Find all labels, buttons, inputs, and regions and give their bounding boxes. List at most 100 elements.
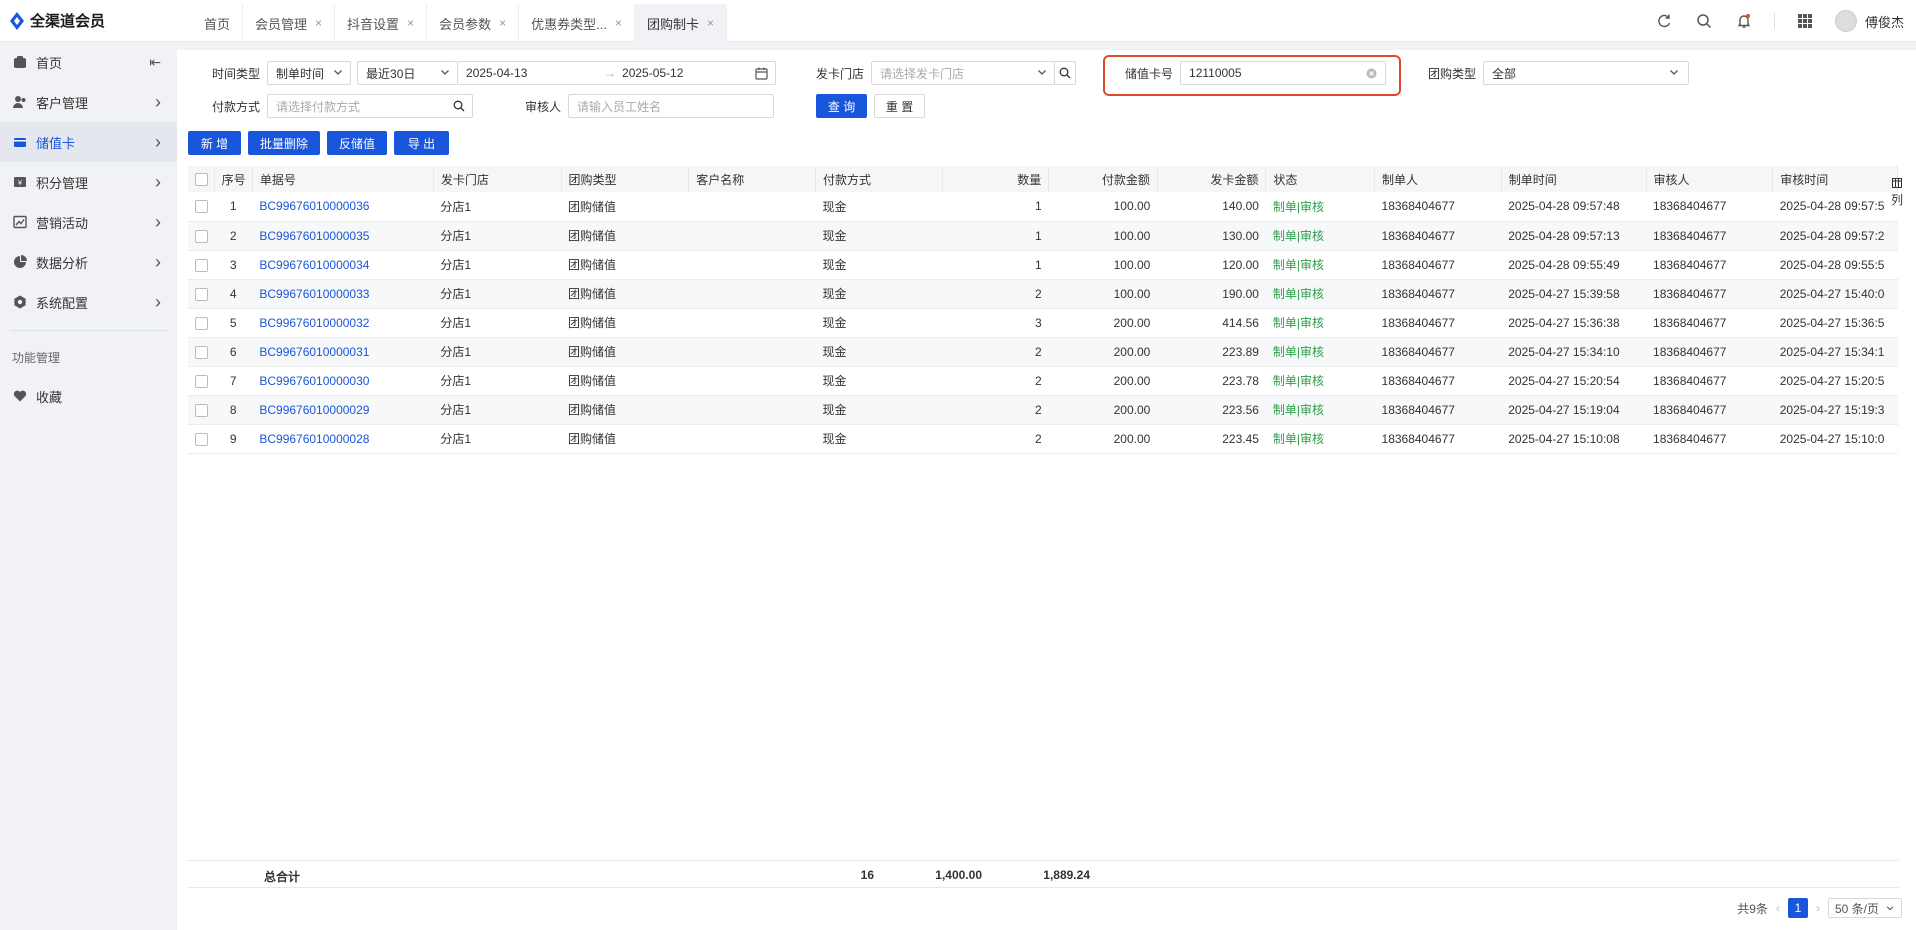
row-checkbox[interactable]: [195, 229, 208, 243]
store-search-button[interactable]: [1054, 61, 1077, 85]
date-end[interactable]: 2025-05-12: [622, 66, 683, 80]
cell-doc[interactable]: BC99676010000033: [259, 287, 369, 301]
tab-0[interactable]: 首页: [192, 4, 244, 42]
tab-5[interactable]: 团购制卡 ×: [634, 4, 727, 42]
page-number-current[interactable]: 1: [1787, 898, 1808, 918]
pay-method-select[interactable]: 请选择付款方式: [267, 94, 474, 118]
sidebar-item-1[interactable]: 客户管理 ›: [0, 82, 177, 122]
table-row[interactable]: 4 BC99676010000033 分店1 团购储值 现金 2 100.00 190.00 制…: [188, 279, 1898, 309]
tab-1[interactable]: 会员管理 ×: [243, 4, 336, 42]
table-row[interactable]: 1 BC99676010000036 分店1 团购储值 现金 1 100.00 140.00 制…: [188, 192, 1898, 222]
app-logo[interactable]: 全渠道会员: [10, 10, 105, 31]
row-checkbox[interactable]: [195, 258, 208, 272]
tab-4[interactable]: 优惠券类型... ×: [519, 4, 635, 42]
sidebar-item-0[interactable]: 首页 ⇤: [0, 42, 177, 82]
column-header[interactable]: 审核人: [1646, 166, 1774, 192]
column-header[interactable]: 序号: [214, 166, 253, 192]
cell-doc[interactable]: BC99676010000032: [259, 316, 369, 330]
store-select[interactable]: 请选择发卡门店: [871, 61, 1056, 85]
table-cell: 2025-04-27 15:39:58: [1501, 279, 1647, 309]
column-header[interactable]: 付款方式: [815, 166, 943, 192]
tab-label: 会员参数: [439, 16, 492, 32]
cell-doc[interactable]: BC99676010000035: [259, 229, 369, 243]
table-row[interactable]: 5 BC99676010000032 分店1 团购储值 现金 3 200.00 414.56 制…: [188, 308, 1898, 338]
calendar-icon[interactable]: [755, 67, 768, 80]
column-header[interactable]: 制单人: [1374, 166, 1502, 192]
table-row[interactable]: 2 BC99676010000035 分店1 团购储值 现金 1 100.00 130.00 制…: [188, 221, 1898, 251]
row-checkbox[interactable]: [195, 345, 208, 359]
prev-page-icon[interactable]: ‹: [1776, 901, 1780, 915]
date-range-preset-select[interactable]: 最近30日: [357, 61, 458, 85]
row-checkbox[interactable]: [195, 287, 208, 301]
close-icon[interactable]: ×: [499, 16, 506, 30]
cell-doc[interactable]: BC99676010000029: [259, 403, 369, 417]
search-icon[interactable]: [1694, 11, 1714, 31]
collapse-sidebar-icon[interactable]: ⇤: [149, 54, 161, 71]
row-checkbox[interactable]: [195, 432, 208, 446]
cell-doc[interactable]: BC99676010000028: [259, 432, 369, 446]
select-all-checkbox[interactable]: [195, 173, 208, 187]
bell-icon[interactable]: [1734, 11, 1754, 31]
group-type-select[interactable]: 全部: [1483, 61, 1690, 85]
refresh-icon[interactable]: [1654, 11, 1674, 31]
sidebar-item-3[interactable]: ¥ 积分管理 ›: [0, 162, 177, 202]
reviewer-input[interactable]: 请输入员工姓名: [568, 94, 775, 118]
column-header[interactable]: 发卡金额: [1157, 166, 1267, 192]
time-type-select[interactable]: 制单时间: [267, 61, 352, 85]
table-cell: 1: [942, 250, 1049, 280]
date-start[interactable]: 2025-04-13: [466, 66, 604, 80]
table-row[interactable]: 7 BC99676010000030 分店1 团购储值 现金 2 200.00 223.78 制…: [188, 366, 1898, 396]
sidebar-item-favorites[interactable]: 收藏: [0, 376, 177, 416]
column-header[interactable]: 发卡门店: [433, 166, 562, 192]
card-number-input[interactable]: 12110005: [1180, 61, 1387, 85]
table-row[interactable]: 6 BC99676010000031 分店1 团购储值 现金 2 200.00 223.89 制…: [188, 337, 1898, 367]
page-size-select[interactable]: 50 条/页: [1827, 898, 1902, 918]
reset-button[interactable]: 重 置: [874, 94, 926, 118]
table-cell: 团购储值: [561, 250, 689, 280]
cell-doc[interactable]: BC99676010000031: [259, 345, 369, 359]
user-menu[interactable]: 傅俊杰: [1834, 10, 1904, 32]
sidebar-item-4[interactable]: 营销活动 ›: [0, 202, 177, 242]
sidebar-item-6[interactable]: 系统配置 ›: [0, 282, 177, 322]
sidebar-item-2[interactable]: 储值卡 ›: [0, 122, 177, 162]
table-row[interactable]: 3 BC99676010000034 分店1 团购储值 现金 1 100.00 120.00 制…: [188, 250, 1898, 280]
search-icon[interactable]: [453, 100, 465, 112]
row-checkbox[interactable]: [195, 200, 208, 214]
row-checkbox[interactable]: [195, 374, 208, 388]
cell-doc[interactable]: BC99676010000030: [259, 374, 369, 388]
add-button[interactable]: 新 增: [188, 131, 241, 155]
next-page-icon[interactable]: ›: [1816, 901, 1820, 915]
sidebar-item-5[interactable]: 数据分析 ›: [0, 242, 177, 282]
clear-icon[interactable]: [1366, 68, 1377, 79]
table-cell: 团购储值: [561, 221, 689, 251]
tab-2[interactable]: 抖音设置 ×: [335, 4, 428, 42]
row-checkbox[interactable]: [195, 403, 208, 417]
cell-doc[interactable]: BC99676010000034: [259, 258, 369, 272]
export-button[interactable]: 导 出: [394, 131, 449, 155]
home-icon: [12, 54, 28, 70]
table-row[interactable]: 8 BC99676010000029 分店1 团购储值 现金 2 200.00 223.56 制…: [188, 395, 1898, 425]
table-row[interactable]: 9 BC99676010000028 分店1 团购储值 现金 2 200.00 223.45 制…: [188, 424, 1898, 454]
reverse-recharge-button[interactable]: 反储值: [327, 131, 387, 155]
query-button[interactable]: 查 询: [816, 94, 868, 118]
column-header[interactable]: 制单时间: [1501, 166, 1647, 192]
close-icon[interactable]: ×: [707, 16, 714, 30]
cell-paid: 200.00: [1113, 344, 1151, 359]
batch-delete-button[interactable]: 批量删除: [248, 131, 320, 155]
column-header[interactable]: 审核时间: [1772, 166, 1898, 192]
column-settings-button[interactable]: 列: [1890, 176, 1904, 208]
column-header[interactable]: 团购类型: [561, 166, 690, 192]
tab-3[interactable]: 会员参数 ×: [427, 4, 520, 42]
date-range-picker[interactable]: 2025-04-13 → 2025-05-12: [457, 61, 777, 85]
column-header[interactable]: 单据号: [252, 166, 434, 192]
close-icon[interactable]: ×: [615, 16, 622, 30]
cell-doc[interactable]: BC99676010000036: [259, 199, 369, 213]
close-icon[interactable]: ×: [315, 16, 322, 30]
column-header[interactable]: 状态: [1265, 166, 1376, 192]
column-header[interactable]: 数量: [942, 166, 1050, 192]
row-checkbox[interactable]: [195, 316, 208, 330]
close-icon[interactable]: ×: [407, 16, 414, 30]
column-header[interactable]: 客户名称: [688, 166, 816, 192]
column-header[interactable]: 付款金额: [1048, 166, 1158, 192]
apps-grid-icon[interactable]: [1795, 11, 1815, 31]
